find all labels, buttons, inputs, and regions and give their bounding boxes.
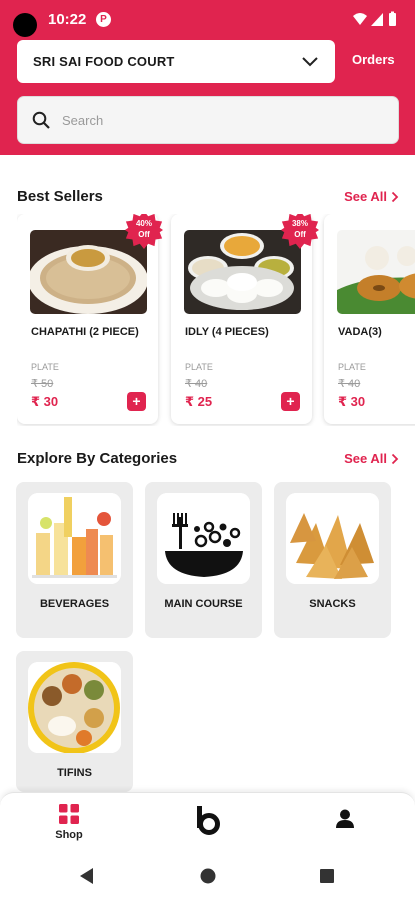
vada-image xyxy=(337,230,415,314)
search-bar[interactable] xyxy=(17,96,399,144)
product-price: ₹ 30 xyxy=(31,394,59,409)
category-label: BEVERAGES xyxy=(39,598,110,610)
home-icon[interactable] xyxy=(200,868,216,884)
offer-badge: 38% Off xyxy=(281,214,319,249)
snacks-image xyxy=(286,493,379,584)
brand-b-icon xyxy=(197,806,220,835)
recents-icon[interactable] xyxy=(320,869,334,883)
offer-word: Off xyxy=(138,230,150,239)
app-header: 10:22 P SRI SAI FOOD COURT Orders xyxy=(0,0,415,155)
product-unit: PLATE xyxy=(338,362,366,372)
main-course-icon xyxy=(157,493,250,584)
chevron-right-icon xyxy=(391,453,399,464)
see-all-label: See All xyxy=(344,451,387,466)
chevron-right-icon xyxy=(391,191,399,202)
orders-link[interactable]: Orders xyxy=(352,52,395,67)
add-to-cart-button[interactable]: + xyxy=(281,392,300,411)
store-selector[interactable]: SRI SAI FOOD COURT xyxy=(17,40,335,83)
product-card[interactable]: VADA(3) PLATE ₹ 40 ₹ 30 xyxy=(324,214,415,424)
bottom-navigation: Shop xyxy=(0,792,415,852)
offer-percent: 40% xyxy=(135,219,152,228)
tifins-image xyxy=(28,662,121,753)
product-name: CHAPATHI (2 PIECE) xyxy=(31,326,139,338)
category-main-course[interactable]: MAIN COURSE xyxy=(145,482,262,638)
camera-cutout xyxy=(13,13,37,37)
category-label: TIFINS xyxy=(57,767,92,779)
product-price: ₹ 30 xyxy=(338,394,366,409)
nav-shop[interactable]: Shop xyxy=(34,793,104,851)
product-unit: PLATE xyxy=(31,362,59,372)
chevron-down-icon xyxy=(302,56,318,66)
beverages-image xyxy=(28,493,121,584)
offer-word: Off xyxy=(294,230,306,239)
category-beverages[interactable]: BEVERAGES xyxy=(16,482,133,638)
product-mrp: ₹ 40 xyxy=(338,378,361,390)
see-all-label: See All xyxy=(344,189,387,204)
status-time: 10:22 xyxy=(48,11,87,28)
offer-percent: 38% xyxy=(291,219,308,228)
product-unit: PLATE xyxy=(185,362,213,372)
back-icon[interactable] xyxy=(80,868,94,884)
product-name: IDLY (4 PIECES) xyxy=(185,326,269,338)
product-price: ₹ 25 xyxy=(185,394,213,409)
store-name: SRI SAI FOOD COURT xyxy=(33,54,175,69)
status-bar: 10:22 P xyxy=(0,0,415,38)
system-status-icons xyxy=(353,11,396,26)
search-input[interactable] xyxy=(62,112,384,128)
product-mrp: ₹ 40 xyxy=(185,378,208,390)
best-sellers-see-all[interactable]: See All xyxy=(344,189,399,204)
category-tifins[interactable]: TIFINS xyxy=(16,651,133,792)
best-sellers-list[interactable]: CHAPATHI (2 PIECE) PLATE ₹ 50 ₹ 30 + 40%… xyxy=(17,214,415,426)
offer-badge: 40% Off xyxy=(125,214,163,249)
wifi-icon xyxy=(353,13,367,25)
category-snacks[interactable]: SNACKS xyxy=(274,482,391,638)
add-to-cart-button[interactable]: + xyxy=(127,392,146,411)
product-mrp: ₹ 50 xyxy=(31,378,54,390)
grid-icon xyxy=(59,804,79,824)
categories-title: Explore By Categories xyxy=(17,450,178,467)
nav-profile[interactable] xyxy=(310,793,380,851)
profile-icon xyxy=(336,809,354,828)
categories-see-all[interactable]: See All xyxy=(344,451,399,466)
battery-icon xyxy=(389,13,396,26)
category-label: MAIN COURSE xyxy=(164,598,243,610)
category-label: SNACKS xyxy=(309,598,356,610)
nav-shop-label: Shop xyxy=(55,829,83,841)
search-icon xyxy=(32,111,50,129)
product-name: VADA(3) xyxy=(338,326,382,338)
signal-icon xyxy=(371,13,383,26)
best-sellers-title: Best Sellers xyxy=(17,188,103,205)
nav-brand[interactable] xyxy=(172,793,242,851)
notification-badge-icon: P xyxy=(96,12,111,27)
system-navigation-bar xyxy=(0,852,415,900)
